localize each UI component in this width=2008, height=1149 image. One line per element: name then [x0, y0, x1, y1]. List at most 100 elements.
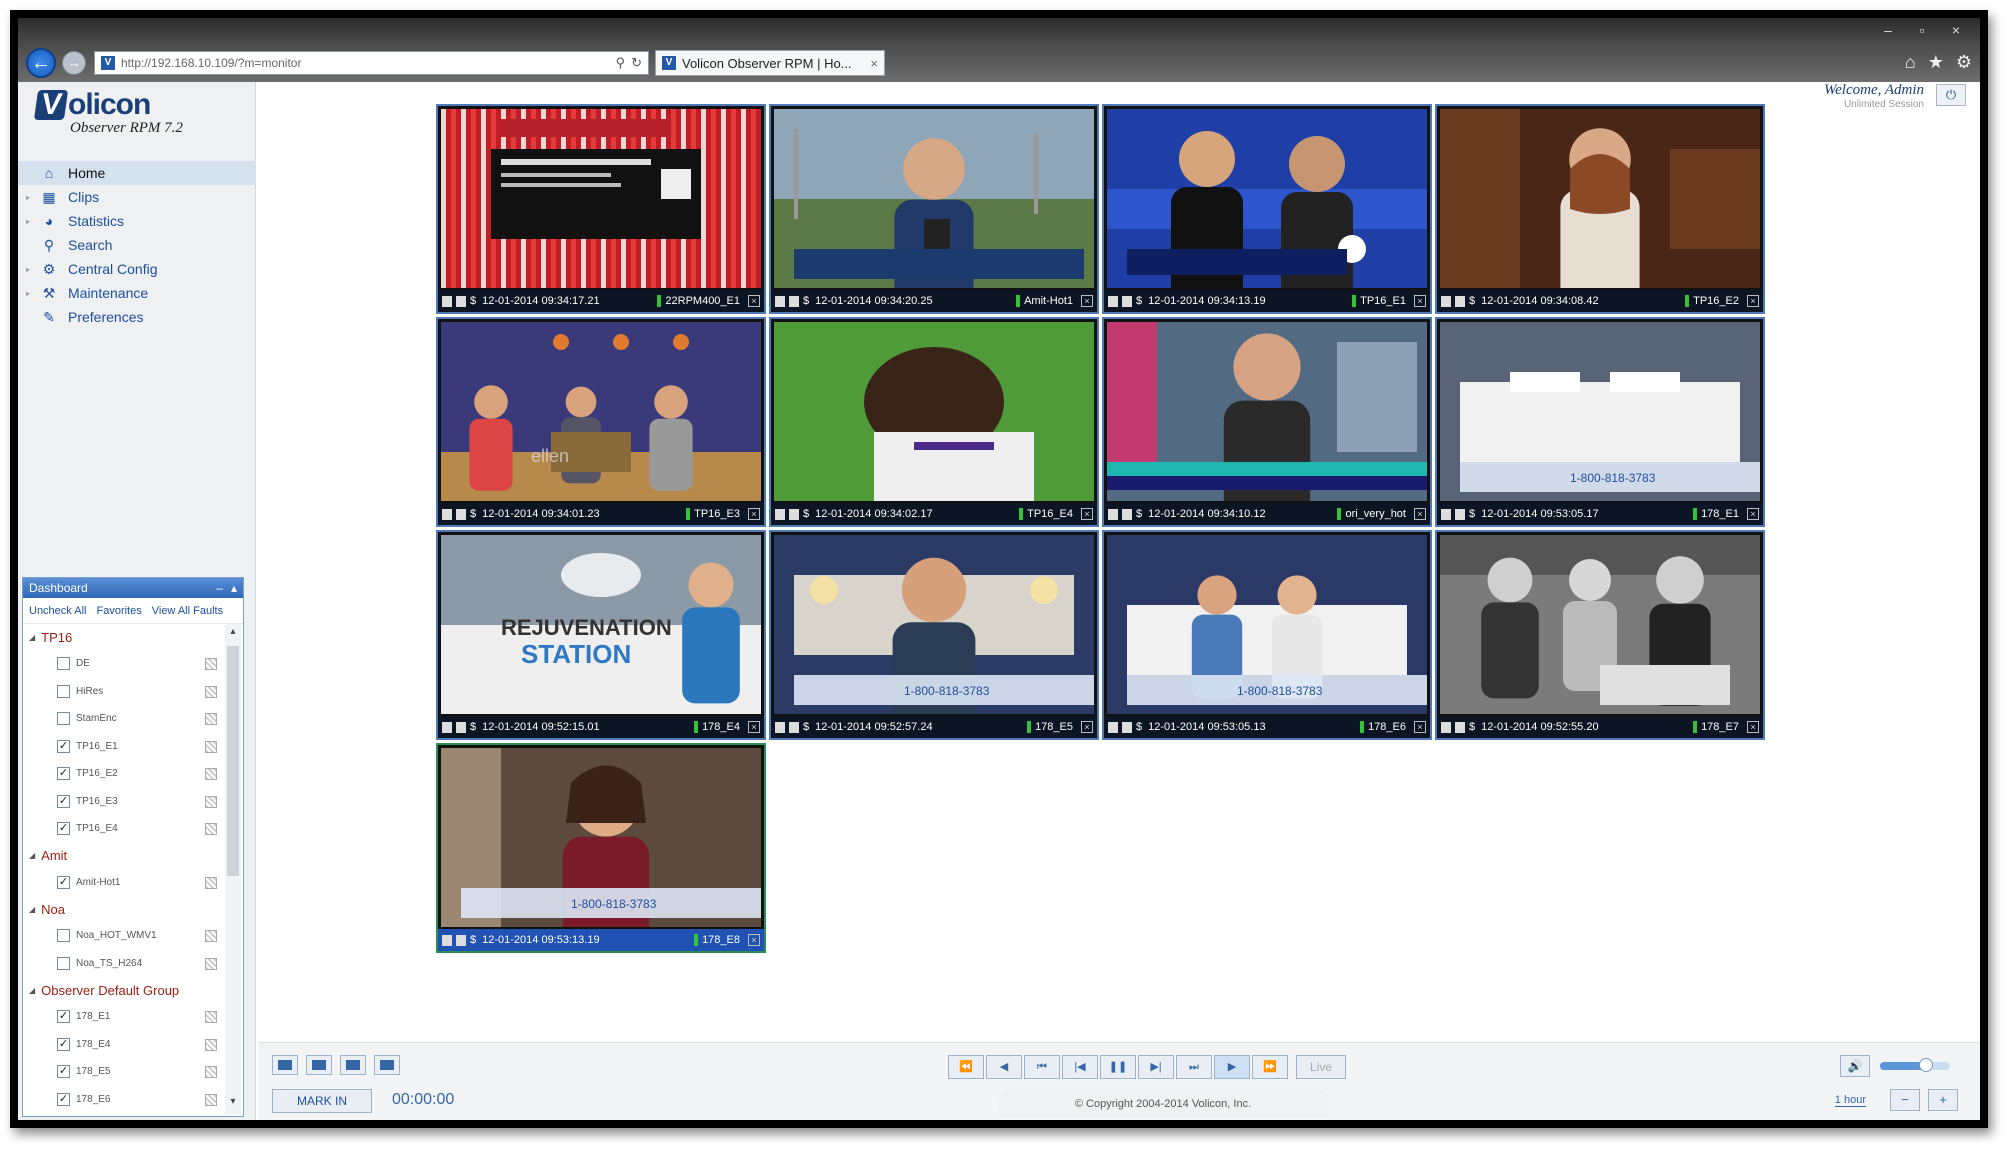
snapshot-icon[interactable]: [1122, 295, 1132, 307]
volume-icon[interactable]: 🔊: [1840, 1055, 1870, 1077]
layout-list-button[interactable]: [374, 1055, 400, 1075]
group-header[interactable]: ◢ Observer Default Group: [23, 977, 223, 1003]
video-tile[interactable]: 1-800-818-3783 $12-01-2014 09:52:57.24 178…: [769, 530, 1099, 740]
menu-icon[interactable]: [775, 721, 785, 733]
tile-close-icon[interactable]: ×: [1747, 721, 1759, 733]
video-tile[interactable]: $12-01-2014 09:52:55.20 178_E7 ×: [1435, 530, 1765, 740]
video-tile[interactable]: $12-01-2014 09:34:08.42 TP16_E2 ×: [1435, 104, 1765, 314]
sidebar-item-maintenance[interactable]: ▸ ⚒ Maintenance: [18, 281, 256, 305]
video-tile[interactable]: $12-01-2014 09:34:20.25 Amit-Hot1 ×: [769, 104, 1099, 314]
dollar-icon[interactable]: $: [803, 721, 809, 733]
video-tile[interactable]: 1-800-818-3783 $12-01-2014 09:53:13.19 178…: [436, 743, 766, 953]
tile-close-icon[interactable]: ×: [1414, 508, 1426, 520]
fast-forward-button[interactable]: ⏩: [1252, 1055, 1288, 1079]
menu-icon[interactable]: [775, 508, 785, 520]
minimize-button[interactable]: –: [1878, 22, 1898, 38]
group-header[interactable]: ◢ Noa: [23, 896, 223, 922]
snapshot-icon[interactable]: [456, 934, 466, 946]
channel-checkbox[interactable]: ✓: [57, 822, 70, 836]
channel-checkbox[interactable]: ✓: [57, 1092, 70, 1106]
video-tile[interactable]: $12-01-2014 09:34:17.21 22RPM400_E1 ×: [436, 104, 766, 314]
channel-checkbox[interactable]: [57, 712, 70, 726]
video-frame[interactable]: 1-800-818-3783: [1107, 535, 1427, 714]
snapshot-icon[interactable]: [1122, 508, 1132, 520]
back-button[interactable]: ←: [26, 48, 56, 78]
video-tile[interactable]: 1-800-818-3783 $12-01-2014 09:53:05.17 178…: [1435, 317, 1765, 527]
dollar-icon[interactable]: $: [1469, 721, 1475, 733]
dollar-icon[interactable]: $: [803, 508, 809, 520]
video-frame[interactable]: 1-800-818-3783: [1440, 322, 1760, 501]
snapshot-icon[interactable]: [1455, 295, 1465, 307]
snapshot-icon[interactable]: [456, 508, 466, 520]
group-toggle-icon[interactable]: ◢: [29, 986, 35, 995]
tile-close-icon[interactable]: ×: [1081, 721, 1093, 733]
sidebar-item-preferences[interactable]: ✎ Preferences: [18, 305, 256, 329]
video-frame[interactable]: [774, 322, 1094, 501]
channel-checkbox[interactable]: [57, 929, 70, 943]
layout-3x3-button[interactable]: [340, 1055, 366, 1075]
zoom-level[interactable]: 1 hour: [1834, 1094, 1866, 1107]
skip-end-button[interactable]: ⏭: [1176, 1055, 1212, 1079]
menu-icon[interactable]: [1108, 721, 1118, 733]
video-frame[interactable]: 1-800-818-3783: [774, 535, 1094, 714]
video-tile[interactable]: 1-800-818-3783 $12-01-2014 09:53:05.13 178…: [1102, 530, 1432, 740]
prev-frame-button[interactable]: |◀: [1062, 1055, 1098, 1079]
dollar-icon[interactable]: $: [470, 508, 476, 520]
group-header[interactable]: ◢ TP16: [23, 624, 223, 650]
tile-close-icon[interactable]: ×: [1081, 295, 1093, 307]
video-frame[interactable]: ellen: [441, 322, 761, 501]
zoom-out-icon[interactable]: −: [1890, 1089, 1920, 1111]
play-button[interactable]: ▶: [1214, 1055, 1250, 1079]
scroll-thumb[interactable]: [227, 646, 239, 876]
menu-icon[interactable]: [1441, 721, 1451, 733]
snapshot-icon[interactable]: [1122, 721, 1132, 733]
channel-checkbox[interactable]: ✓: [57, 1010, 70, 1024]
snapshot-icon[interactable]: [1455, 721, 1465, 733]
snapshot-icon[interactable]: [1455, 508, 1465, 520]
video-frame[interactable]: [1107, 109, 1427, 288]
channel-checkbox[interactable]: ✓: [57, 739, 70, 753]
search-icon[interactable]: ⚲: [616, 55, 626, 71]
menu-icon[interactable]: [442, 934, 452, 946]
maximize-button[interactable]: ▫: [1912, 22, 1932, 38]
menu-icon[interactable]: [1108, 508, 1118, 520]
scroll-up-icon[interactable]: ▴: [225, 626, 241, 642]
group-header[interactable]: ◢ Amit: [23, 843, 223, 869]
snapshot-icon[interactable]: [789, 508, 799, 520]
home-icon[interactable]: ⌂: [1905, 52, 1916, 73]
sidebar-item-clips[interactable]: ▸ ▦ Clips: [18, 185, 256, 209]
dashboard-scrollbar[interactable]: ▴ ▾: [225, 624, 241, 1114]
live-button[interactable]: Live: [1296, 1055, 1346, 1079]
channel-checkbox[interactable]: [57, 956, 70, 970]
snapshot-icon[interactable]: [789, 295, 799, 307]
zoom-in-icon[interactable]: +: [1928, 1089, 1958, 1111]
address-bar[interactable]: V http://192.168.10.109/?m=monitor ⚲ ↻: [94, 51, 649, 75]
tile-close-icon[interactable]: ×: [748, 295, 760, 307]
video-tile[interactable]: $12-01-2014 09:34:10.12 ori_very_hot ×: [1102, 317, 1432, 527]
video-frame[interactable]: [1440, 535, 1760, 714]
sidebar-item-statistics[interactable]: ▸ ◕ Statistics: [18, 209, 256, 233]
step-back-button[interactable]: ◀: [986, 1055, 1022, 1079]
video-frame[interactable]: 1-800-818-3783: [441, 748, 761, 927]
video-tile[interactable]: ellen $12-01-2014 09:34:01.23 TP16_E3 ×: [436, 317, 766, 527]
rewind-button[interactable]: ⏪: [948, 1055, 984, 1079]
channel-checkbox[interactable]: ✓: [57, 875, 70, 889]
snapshot-icon[interactable]: [456, 295, 466, 307]
tile-close-icon[interactable]: ×: [1414, 721, 1426, 733]
scroll-down-icon[interactable]: ▾: [225, 1096, 241, 1112]
mark-in-button[interactable]: MARK IN: [272, 1089, 372, 1113]
channel-checkbox[interactable]: ✓: [57, 1065, 70, 1079]
video-frame[interactable]: [1440, 109, 1760, 288]
dollar-icon[interactable]: $: [1136, 508, 1142, 520]
view-all-faults-link[interactable]: View All Faults: [152, 605, 223, 617]
dollar-icon[interactable]: $: [470, 934, 476, 946]
gear-icon[interactable]: ⚙: [1956, 52, 1972, 73]
tile-close-icon[interactable]: ×: [1747, 295, 1759, 307]
video-frame[interactable]: [774, 109, 1094, 288]
video-frame[interactable]: REJUVENATION STATION: [441, 535, 761, 714]
channel-checkbox[interactable]: ✓: [57, 767, 70, 781]
group-toggle-icon[interactable]: ◢: [29, 633, 35, 642]
channel-checkbox[interactable]: ✓: [57, 1037, 70, 1051]
video-frame[interactable]: [1107, 322, 1427, 501]
tab-close-icon[interactable]: ×: [870, 56, 878, 71]
